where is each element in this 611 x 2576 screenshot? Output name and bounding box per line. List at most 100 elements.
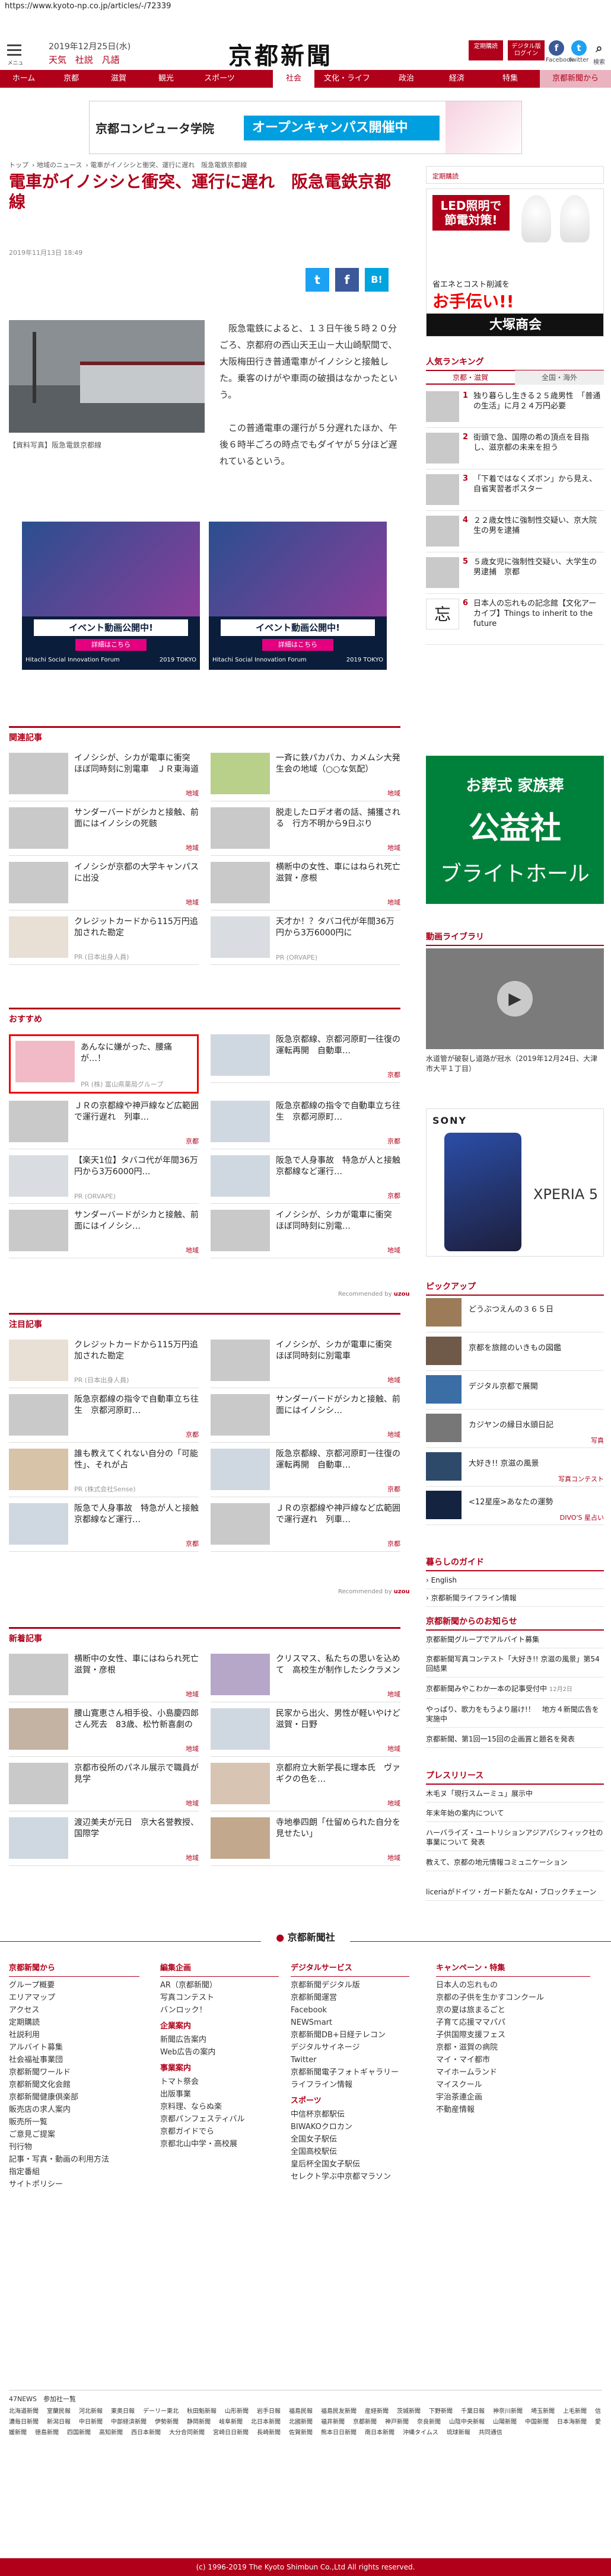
press-item[interactable]: liceriaがドイツ・ガード新たなAI・ブロックチェーン (426, 1884, 604, 1901)
list-item[interactable]: 阪急京都線、京都河原町一往復の運転再開 自動車… 京都 (211, 1449, 400, 1497)
footer-link[interactable]: ライフライン情報 (291, 2079, 409, 2091)
ranking-item[interactable]: 5 ５歳女児に強制性交疑い、大学生の男逮捕 京都 (426, 557, 604, 594)
guide-link-lifeline[interactable]: › 京都新聞ライフライン情報 (426, 1590, 604, 1607)
article-photo[interactable] (9, 320, 205, 433)
list-item[interactable]: イノシシが京都の大学キャンパスに出没 地域 (9, 862, 199, 910)
share-hatena-button[interactable]: B! (365, 268, 389, 292)
subscribe-button[interactable]: 定期購読 (469, 40, 503, 60)
list-item[interactable]: サンダーバードがシカと接触、前面にはイノシシ… 地域 (211, 1394, 400, 1443)
notice-item[interactable]: やっぱり、歌力をもうより届け!！ 地方４新聞広告を実施中 (426, 1701, 604, 1728)
nav-features[interactable]: 特集 (480, 70, 540, 88)
net-member-link[interactable]: 山陽新聞 (493, 2419, 517, 2425)
net-member-link[interactable]: 京都新聞 (353, 2419, 377, 2425)
net-member-link[interactable]: 福島民報 (289, 2408, 313, 2415)
nav-tourism[interactable]: 観光 (142, 70, 190, 88)
net-member-link[interactable]: 山陰中央新報 (449, 2419, 485, 2425)
play-icon[interactable]: ▶ (497, 981, 533, 1017)
net-member-link[interactable]: 秋田魁新報 (187, 2408, 217, 2415)
list-item[interactable]: イノシシが、シカが電車に衝突 ほぼ同時刻に別電車 地域 (211, 1340, 400, 1388)
footer-link[interactable]: 京都の子供を生かすコンクール (436, 1992, 590, 2004)
footer-link[interactable]: BIWAKOクロカン (291, 2121, 409, 2133)
net-member-link[interactable]: 河北新報 (79, 2408, 103, 2415)
list-item[interactable]: 民家から出火、男性が軽いやけど 滋賀・日野 地域 (211, 1708, 400, 1757)
net-member-link[interactable]: 共同通信 (479, 2430, 502, 2436)
footer-logo[interactable]: ● 京都新聞社 (261, 1929, 350, 1944)
column-link[interactable]: 凡語 (102, 55, 120, 65)
net-member-link[interactable]: 北海道新聞 (9, 2408, 39, 2415)
list-item[interactable]: あんなに嫌がった、腰痛が…！ PR (株) 富山県薬局グループ (9, 1034, 199, 1094)
nav-shiga[interactable]: 滋賀 (95, 70, 142, 88)
footer-link[interactable]: 京都北山中学・高校展 (160, 2138, 279, 2150)
footer-link[interactable]: 写真コンテスト (160, 1992, 279, 2004)
ad-hitachi-right[interactable]: イベント動画公開中! 詳細はこちら Hitachi Social Innovat… (209, 522, 387, 670)
pickup-item[interactable]: <12星座>あなたの運勢 DIVO'S 星占い (426, 1491, 604, 1525)
footer-link[interactable]: ご意見ご提案 (9, 2128, 139, 2141)
footer-link[interactable]: 刊行物 (9, 2141, 139, 2153)
list-item[interactable]: 脱走したロデオ者の話、捕獲される 行方不明から9日ぶり 地域 (211, 807, 400, 856)
footer-link[interactable]: 記事・写真・動画の利用方法 (9, 2153, 139, 2166)
footer-link[interactable]: AR（京都新聞） (160, 1979, 279, 1992)
footer-link[interactable]: 出版事業 (160, 2088, 279, 2101)
footer-link[interactable]: 社会福祉事業団 (9, 2054, 139, 2066)
footer-link[interactable]: グループ概要 (9, 1979, 139, 1992)
ad-banner[interactable]: 京都コンピュータ学院 オープンキャンパス開催中 (89, 101, 522, 154)
footer-link[interactable]: 定期購読 (9, 2016, 139, 2029)
net-member-link[interactable]: 福島民友新聞 (321, 2408, 357, 2415)
ranking-item[interactable]: 4 ２２歳女性に強制性交疑い、京大院生の男を逮捕 (426, 516, 604, 552)
footer-link[interactable]: Facebook (291, 2004, 409, 2016)
address-bar[interactable]: https://www.kyoto-np.co.jp/articles/-/72… (0, 0, 611, 13)
footer-link[interactable]: 全国女子駅伝 (291, 2133, 409, 2146)
weather-link[interactable]: 天気 (49, 55, 66, 65)
footer-link[interactable]: 社説利用 (9, 2029, 139, 2041)
list-item[interactable]: 阪急京都線の指令で自動車立ち往生 京都河原町… 京都 (9, 1394, 199, 1443)
pickup-item[interactable]: どうぶつえんの３６５日 (426, 1298, 604, 1332)
twitter-link[interactable]: t twitter (568, 40, 590, 63)
footer-link[interactable]: 販売店の求人案内 (9, 2104, 139, 2116)
tab-national[interactable]: 全国・海外 (515, 370, 604, 385)
footer-link[interactable]: 不動産情報 (436, 2104, 590, 2116)
footer-link[interactable]: 全国高校駅伝 (291, 2146, 409, 2158)
pickup-item[interactable]: 大好き!! 京滋の風景 写真コンテスト (426, 1452, 604, 1487)
footer-link[interactable]: 京都新聞ワールド (9, 2066, 139, 2079)
footer-link[interactable]: 子育て応援ママパパ (436, 2016, 590, 2029)
footer-link[interactable]: 京都新聞デジタル版 (291, 1979, 409, 1992)
net-member-link[interactable]: デーリー東北 (143, 2408, 179, 2415)
list-item[interactable]: 腰山寛恵さん相手役、小島慶四郎さん死去 83歳、松竹新喜劇の 地域 (9, 1708, 199, 1757)
list-item[interactable]: 横断中の女性、車にはねられ死亡 滋賀・彦根 地域 (211, 862, 400, 910)
footer-link[interactable]: 京都新聞DB+日経テレコン (291, 2029, 409, 2041)
tab-kyoto-shiga[interactable]: 京都・滋賀 (426, 370, 515, 385)
pickup-item[interactable]: 京都を旅館のいきもの図鑑 (426, 1337, 604, 1371)
net-member-link[interactable]: 福井新聞 (321, 2419, 345, 2425)
nav-culture[interactable]: 文化・ライフ (314, 70, 380, 88)
list-item[interactable]: クレジットカードから115万円追加された勘定 PR (日本出身人員) (9, 916, 199, 965)
net-member-link[interactable]: 埼玉新聞 (531, 2408, 555, 2415)
notice-item[interactable]: 京都新聞グループでアルバイト募集 (426, 1631, 604, 1648)
notice-item[interactable]: 京都新聞写真コンテスト「大好き!! 京滋の風景」第54回結果 (426, 1651, 604, 1677)
net-member-link[interactable]: 山形新聞 (225, 2408, 249, 2415)
list-item[interactable]: ＪＲの京都線や神戸線など広範囲で運行遅れ 列車… 京都 (211, 1503, 400, 1552)
list-item[interactable]: 渡辺美夫が元日 京大名誉教授、国際学 地域 (9, 1817, 199, 1866)
footer-link[interactable]: セレクト学ぶ中京都マラソン (291, 2171, 409, 2183)
net-member-link[interactable]: 岩手日報 (257, 2408, 281, 2415)
list-item[interactable]: 一斉に鉄パカパカ、カメムシ大発生会の地域（○○な気配） 地域 (211, 753, 400, 801)
ranking-item[interactable]: 1 独り暮らし生きる２５歳男性 「普通の生活」に月２４万円必要 (426, 391, 604, 428)
guide-link-english[interactable]: › English (426, 1572, 604, 1589)
footer-link[interactable]: 京都・滋賀の病院 (436, 2041, 590, 2054)
net-member-link[interactable]: 神戸新聞 (385, 2419, 409, 2425)
list-item[interactable]: 阪急で人身事故 特急が人と接触 京都線など運行… 京都 (211, 1155, 400, 1204)
nav-economy[interactable]: 経済 (433, 70, 480, 88)
net-member-link[interactable]: 高知新聞 (99, 2430, 123, 2436)
list-item[interactable]: ＪＲの京都線や神戸線など広範囲で運行遅れ 列車… 京都 (9, 1101, 199, 1149)
footer-link[interactable]: 皇后杯全国女子駅伝 (291, 2158, 409, 2171)
footer-link[interactable]: トマト祭会 (160, 2076, 279, 2088)
net-member-link[interactable]: 産経新聞 (365, 2408, 389, 2415)
list-item[interactable]: 寺地拳四朗「仕留められた自分を見せたい」 地域 (211, 1817, 400, 1866)
footer-link[interactable]: Web広告の案内 (160, 2046, 279, 2059)
footer-link[interactable]: 新聞広告案内 (160, 2034, 279, 2046)
net-member-link[interactable]: 中部経済新聞 (111, 2419, 147, 2425)
net-member-link[interactable]: 下野新聞 (429, 2408, 453, 2415)
net-member-link[interactable]: 長崎新聞 (257, 2430, 281, 2436)
footer-link[interactable]: 京の夏は旅まるごと (436, 2004, 590, 2016)
net-member-link[interactable]: 日本海新聞 (557, 2419, 587, 2425)
notice-item[interactable]: 京都新聞みやこわか一本の記事受付中 12月2日 (426, 1680, 604, 1699)
